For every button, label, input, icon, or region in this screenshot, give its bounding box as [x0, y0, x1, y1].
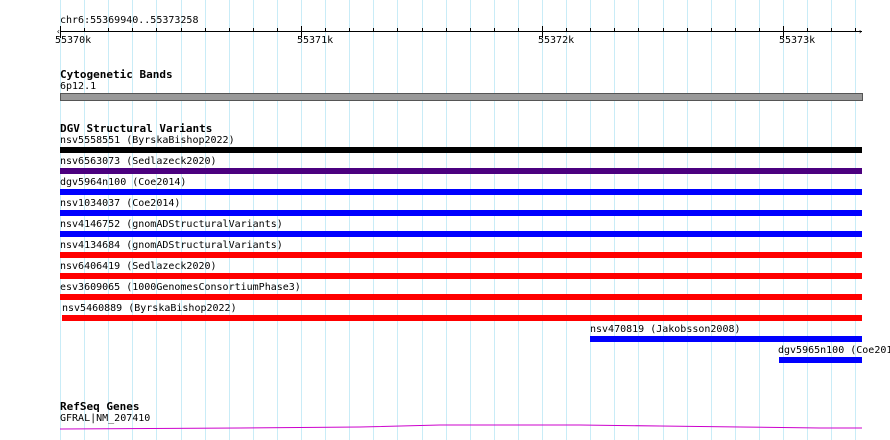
grid-line: [349, 0, 350, 440]
ruler-tick: [108, 28, 109, 32]
grid-line: [807, 0, 808, 440]
dgv-feature-bar[interactable]: [60, 294, 862, 300]
ruler-tick: [253, 28, 254, 32]
dgv-feature-bar[interactable]: [62, 315, 862, 321]
ruler-tick: [84, 28, 85, 32]
dgv-feature-label: dgv5964n100 (Coe2014): [60, 177, 187, 188]
grid-line: [735, 0, 736, 440]
cytoband-label: 6p12.1: [60, 81, 97, 92]
cytoband-track-title: Cytogenetic Bands: [60, 68, 173, 81]
dgv-feature-label: nsv1034037 (Coe2014): [60, 198, 181, 209]
dgv-feature-label: dgv5965n100 (Coe2014): [778, 345, 890, 356]
ruler-tick: [229, 28, 230, 32]
ruler-tick: [205, 28, 206, 32]
ruler-tick: [711, 28, 712, 32]
ruler-label-55370k: 55370k: [55, 35, 92, 46]
grid-line: [663, 0, 664, 440]
ruler-tick: [614, 28, 615, 32]
dgv-feature-label: esv3609065 (1000GenomesConsortiumPhase3): [60, 282, 301, 293]
grid-line: [470, 0, 471, 440]
dgv-feature-bar[interactable]: [60, 252, 862, 258]
ruler-tick: [325, 28, 326, 32]
genome-browser-view: chr6:55369940..55373258 ‹ › 55370k 55371…: [0, 0, 890, 440]
ruler-label-55372k: 55372k: [538, 35, 575, 46]
grid-line: [373, 0, 374, 440]
ruler-tick: [277, 28, 278, 32]
dgv-feature-label: nsv6563073 (Sedlazeck2020): [60, 156, 217, 167]
grid-line: [687, 0, 688, 440]
grid-line: [783, 0, 784, 440]
ruler-tick: [373, 28, 374, 32]
ruler-tick: [638, 28, 639, 32]
grid-line: [494, 0, 495, 440]
dgv-feature-bar[interactable]: [779, 357, 862, 363]
dgv-feature-label: nsv470819 (Jakobsson2008): [590, 324, 741, 335]
ruler-tick: [422, 28, 423, 32]
ruler-tick: [759, 28, 760, 32]
grid-line: [446, 0, 447, 440]
refseq-track-title: RefSeq Genes: [60, 400, 140, 413]
location-label: chr6:55369940..55373258: [60, 15, 199, 26]
grid-line: [397, 0, 398, 440]
grid-line: [759, 0, 760, 440]
dgv-feature-bar[interactable]: [60, 147, 862, 153]
ruler-tick: [831, 28, 832, 32]
refseq-gene-line[interactable]: [60, 422, 862, 434]
ruler-tick: [397, 28, 398, 32]
cytoband-bar[interactable]: [60, 93, 863, 101]
ruler-tick: [807, 28, 808, 32]
ruler-tick: [663, 28, 664, 32]
dgv-feature-bar[interactable]: [60, 231, 862, 237]
grid-line: [542, 0, 543, 440]
grid-line: [711, 0, 712, 440]
grid-line: [301, 0, 302, 440]
dgv-feature-bar[interactable]: [60, 189, 862, 195]
dgv-feature-bar[interactable]: [60, 168, 862, 174]
ruler-tick: [735, 28, 736, 32]
dgv-feature-label: nsv5460889 (ByrskaBishop2022): [62, 303, 237, 314]
ruler-tick: [156, 28, 157, 32]
dgv-feature-label: nsv4134684 (gnomADStructuralVariants): [60, 240, 283, 251]
dgv-track-title: DGV Structural Variants: [60, 122, 213, 135]
ruler-tick: [470, 28, 471, 32]
grid-line: [422, 0, 423, 440]
dgv-feature-label: nsv5558551 (ByrskaBishop2022): [60, 135, 235, 146]
ruler-tick: [687, 28, 688, 32]
ruler-right-arrow-icon: ›: [858, 27, 863, 36]
grid-line: [590, 0, 591, 440]
dgv-feature-label: nsv4146752 (gnomADStructuralVariants): [60, 219, 283, 230]
grid-line: [855, 0, 856, 440]
ruler-tick: [132, 28, 133, 32]
dgv-feature-bar[interactable]: [60, 273, 862, 279]
ruler-tick: [566, 28, 567, 32]
ruler-tick: [518, 28, 519, 32]
grid-line: [325, 0, 326, 440]
grid-line: [614, 0, 615, 440]
dgv-feature-label: nsv6406419 (Sedlazeck2020): [60, 261, 217, 272]
ruler-tick: [494, 28, 495, 32]
grid-line: [831, 0, 832, 440]
grid-line: [518, 0, 519, 440]
ruler-tick: [446, 28, 447, 32]
grid-line: [566, 0, 567, 440]
ruler-label-55373k: 55373k: [779, 35, 816, 46]
ruler-tick: [590, 28, 591, 32]
grid-line: [638, 0, 639, 440]
dgv-feature-bar[interactable]: [60, 210, 862, 216]
ruler-tick: [349, 28, 350, 32]
dgv-feature-label-clip: dgv5965n100 (Coe2014): [778, 345, 890, 357]
ruler-label-55371k: 55371k: [297, 35, 334, 46]
ruler-tick: [181, 28, 182, 32]
dgv-feature-bar[interactable]: [590, 336, 862, 342]
ruler-tick: [855, 28, 856, 32]
